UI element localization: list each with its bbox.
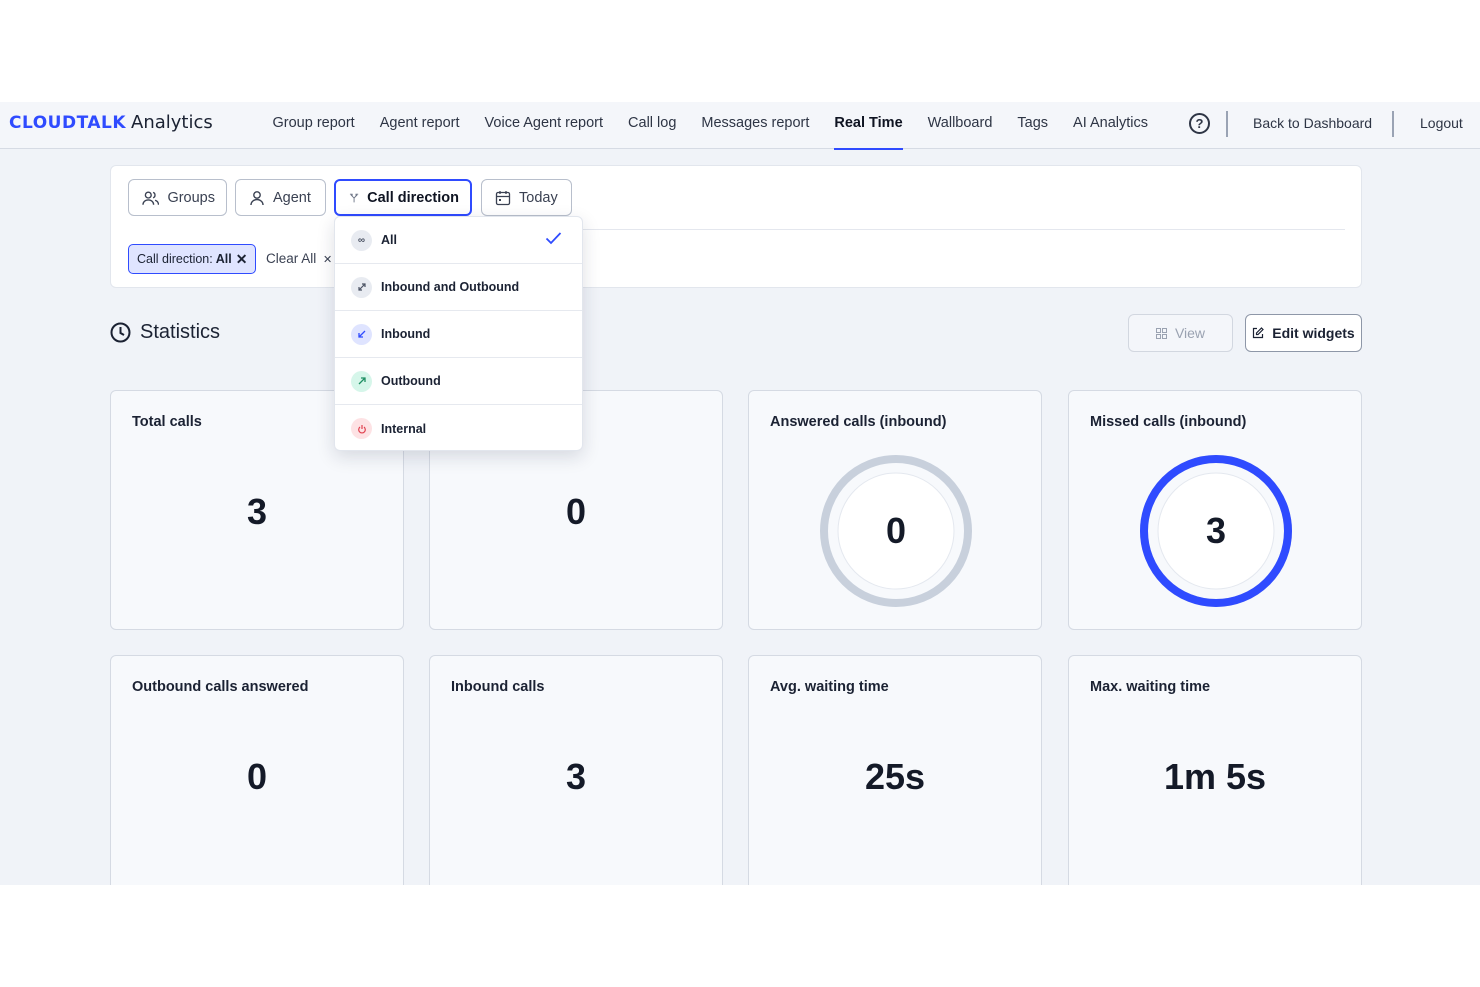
widget-title: Max. waiting time [1090,679,1211,695]
groups-filter-button[interactable]: Groups [128,179,227,216]
widget-value: 25s [864,756,926,797]
edit-widgets-button[interactable]: Edit widgets [1245,314,1362,352]
logo-brand-text: CLOUDTALK [9,113,127,133]
main-nav: Group report Agent report Voice Agent re… [260,102,1161,150]
edit-widgets-label: Edit widgets [1272,325,1355,341]
user-icon [250,190,264,205]
groups-filter-label: Groups [167,189,215,206]
widget-answered-calls-inbound[interactable]: Answered calls (inbound) 0 [748,390,1042,630]
widget-title: Total calls [132,414,202,430]
filter-panel: Groups Agent Call direction Today Call d… [110,165,1362,288]
active-filter-chip[interactable]: Call direction: All ✕ [128,244,257,274]
clock-icon [110,322,131,343]
dropdown-option-internal[interactable]: Internal [335,405,582,452]
dropdown-option-all[interactable]: ∞ All [335,217,582,264]
infinity-icon: ∞ [351,229,372,251]
nav-wallboard[interactable]: Wallboard [915,102,1005,149]
nav-real-time[interactable]: Real Time [822,102,915,150]
date-filter-button[interactable]: Today [481,179,572,216]
calendar-icon [495,190,511,205]
agent-filter-label: Agent [273,189,311,206]
widget-value: 3 [246,491,268,532]
analytics-app: CLOUDTALK Analytics Group report Agent r… [0,102,1480,885]
widget-max-waiting-time[interactable]: Max. waiting time 1m 5s [1068,655,1362,885]
nav-agent-report[interactable]: Agent report [367,102,472,149]
direction-split-icon [349,193,359,202]
dropdown-option-label: Inbound [381,327,431,341]
nav-ai-analytics[interactable]: AI Analytics [1061,102,1161,149]
agent-filter-button[interactable]: Agent [235,179,326,216]
widget-title: Outbound calls answered [132,679,309,695]
back-to-dashboard-link[interactable]: Back to Dashboard [1253,102,1372,149]
arrow-down-left-icon [351,323,372,345]
widget-avg-waiting-time[interactable]: Avg. waiting time 25s [748,655,1042,885]
view-label: View [1174,325,1206,341]
call-direction-filter-button[interactable]: Call direction [334,179,472,216]
widget-title: Answered calls (inbound) [770,414,947,430]
header-divider [1392,111,1394,137]
header-divider [1226,111,1228,137]
widget-inbound-calls[interactable]: Inbound calls 3 [429,655,723,885]
filter-divider [581,229,1345,230]
logo-product-text: Analytics [131,112,213,133]
check-icon [545,232,562,245]
dropdown-option-label: Internal [381,421,427,436]
widget-value: 3 [1205,510,1227,551]
statistics-title: Statistics [140,321,221,343]
question-circle-icon[interactable]: ? [1189,113,1210,134]
chip-value: All [215,252,232,266]
widget-value: 1m 5s [1163,756,1267,797]
widget-value: 0 [246,756,268,797]
edit-icon [1253,327,1265,339]
nav-call-log[interactable]: Call log [616,102,689,149]
nav-voice-agent-report[interactable]: Voice Agent report [472,102,616,149]
widget-value: 0 [885,510,907,551]
widget-title: Missed calls (inbound) [1090,414,1247,430]
grid-icon [1155,327,1167,339]
chip-prefix: Call direction: [137,252,213,266]
logout-link[interactable]: Logout [1420,102,1463,149]
widget-title: Inbound calls [451,679,545,695]
nav-tags[interactable]: Tags [1005,102,1061,149]
call-direction-dropdown: ∞ All Inbound and Outbound Inbound Outbo… [334,216,583,451]
widget-title: Avg. waiting time [770,679,889,695]
statistics-header: Statistics [110,321,220,344]
date-filter-label: Today [519,189,558,206]
power-icon [351,418,372,439]
widget-missed-calls-inbound[interactable]: Missed calls (inbound) 3 [1068,390,1362,630]
widget-value: 0 [565,491,587,532]
dropdown-option-label: Outbound [381,374,441,388]
dropdown-option-inbound-outbound[interactable]: Inbound and Outbound [335,264,582,311]
clear-all-label: Clear All [266,251,317,266]
widget-value: 3 [565,756,587,797]
widget-outbound-calls-answered[interactable]: Outbound calls answered 0 [110,655,404,885]
close-icon[interactable]: ✕ [236,251,248,268]
nav-messages-report[interactable]: Messages report [689,102,822,149]
top-navigation-bar: CLOUDTALK Analytics Group report Agent r… [0,102,1480,150]
nav-group-report[interactable]: Group report [260,102,367,149]
view-button[interactable]: View [1128,314,1233,352]
cloudtalk-logo[interactable]: CLOUDTALK Analytics [9,112,213,136]
call-direction-filter-label: Call direction [367,189,459,206]
users-icon [142,191,160,205]
close-icon: ✕ [323,254,333,266]
dropdown-option-outbound[interactable]: Outbound [335,358,582,405]
dropdown-option-label: Inbound and Outbound [381,280,520,294]
arrow-up-right-icon [351,370,372,392]
dropdown-option-inbound[interactable]: Inbound [335,311,582,358]
clear-all-button[interactable]: Clear All ✕ [266,251,332,266]
arrows-diagonal-icon [351,276,372,298]
dropdown-option-label: All [381,233,397,247]
